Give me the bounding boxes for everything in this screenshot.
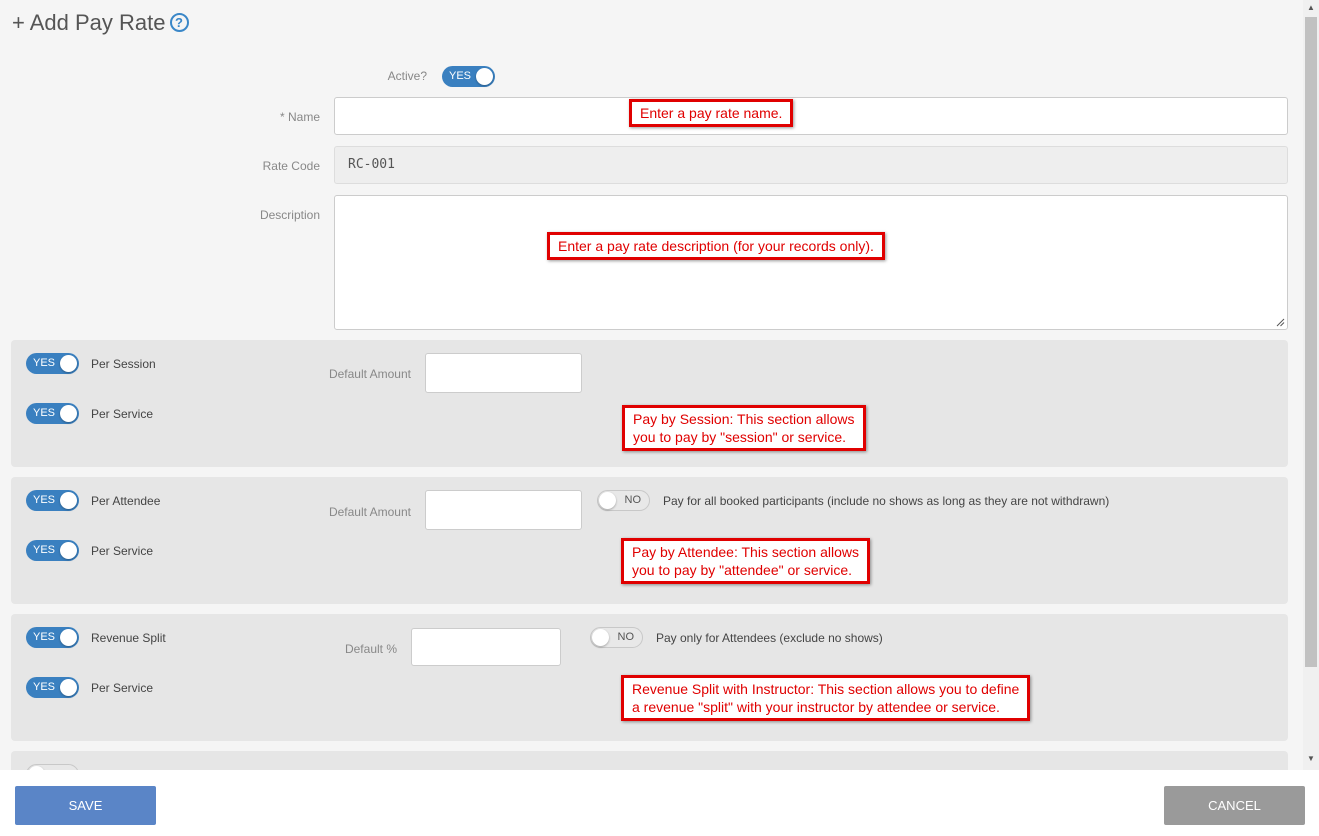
include-no-shows-label: Pay for all booked participants (include… <box>663 494 1110 508</box>
footer-bar: SAVE CANCEL <box>0 770 1319 836</box>
session-per-service-toggle[interactable]: YES <box>26 403 79 424</box>
name-input[interactable] <box>334 97 1288 135</box>
rate-code-field: RC-001 <box>334 146 1288 184</box>
scroll-up-icon[interactable]: ▲ <box>1307 3 1315 12</box>
attendee-per-service-label: Per Service <box>91 544 154 558</box>
resize-handle-icon[interactable] <box>1276 318 1285 327</box>
session-per-service-label: Per Service <box>91 407 154 421</box>
vertical-scrollbar[interactable]: ▲ ▼ <box>1303 0 1319 770</box>
revenue-callout: Revenue Split with Instructor: This sect… <box>621 675 1031 721</box>
revenue-split-toggle[interactable]: YES <box>26 627 79 648</box>
attendee-default-amount-label: Default Amount <box>328 505 411 519</box>
toggle-knob <box>599 492 616 509</box>
toggle-knob <box>60 629 77 646</box>
next-section <box>11 751 1288 770</box>
page-title-text: + Add Pay Rate <box>12 10 166 35</box>
session-callout-line2: you to pay by "session" or service. <box>633 429 847 445</box>
revenue-split-toggle-text: YES <box>33 631 56 643</box>
session-default-amount-label: Default Amount <box>328 367 411 381</box>
include-no-shows-toggle-text: NO <box>624 494 642 506</box>
attendee-default-amount-input[interactable] <box>425 490 582 530</box>
per-attendee-toggle[interactable]: YES <box>26 490 79 511</box>
description-callout: Enter a pay rate description (for your r… <box>547 232 885 260</box>
attendee-callout-line1: Pay by Attendee: This section allows <box>632 544 859 560</box>
name-label: * Name <box>279 110 320 124</box>
description-label: Description <box>259 208 320 222</box>
attendee-callout: Pay by Attendee: This section allows you… <box>621 538 870 584</box>
revenue-per-service-toggle-text: YES <box>33 681 56 693</box>
description-textarea[interactable] <box>334 195 1288 330</box>
form-scroll-area[interactable]: + Add Pay Rate? Active? YES * Name Rate … <box>0 0 1303 770</box>
revenue-per-service-label: Per Service <box>91 681 154 695</box>
toggle-knob <box>60 355 77 372</box>
toggle-knob <box>60 405 77 422</box>
revenue-default-percent-input[interactable] <box>411 628 561 666</box>
session-default-amount-input[interactable] <box>425 353 582 393</box>
save-button[interactable]: SAVE <box>15 786 156 825</box>
toggle-knob <box>60 492 77 509</box>
active-toggle-text: YES <box>449 70 472 82</box>
help-icon[interactable]: ? <box>169 13 189 32</box>
exclude-no-shows-label: Pay only for Attendees (exclude no shows… <box>656 631 883 645</box>
rate-code-label: Rate Code <box>262 159 320 173</box>
active-label: Active? <box>387 69 427 83</box>
active-toggle[interactable]: YES <box>442 66 495 87</box>
revenue-default-percent-label: Default % <box>344 642 397 656</box>
per-session-label: Per Session <box>91 357 156 371</box>
per-attendee-label: Per Attendee <box>91 494 161 508</box>
per-session-toggle[interactable]: YES <box>26 353 79 374</box>
cancel-button[interactable]: CANCEL <box>1164 786 1305 825</box>
attendee-callout-line2: you to pay by "attendee" or service. <box>632 562 853 578</box>
session-callout: Pay by Session: This section allows you … <box>622 405 866 451</box>
page-title: + Add Pay Rate? <box>12 10 189 36</box>
scroll-down-icon[interactable]: ▼ <box>1307 754 1315 763</box>
per-attendee-toggle-text: YES <box>33 494 56 506</box>
revenue-per-service-toggle[interactable]: YES <box>26 677 79 698</box>
toggle-knob <box>60 679 77 696</box>
revenue-callout-line2: a revenue "split" with your instructor b… <box>632 699 1000 715</box>
name-callout: Enter a pay rate name. <box>629 99 794 127</box>
toggle-knob <box>476 68 493 85</box>
revenue-callout-line1: Revenue Split with Instructor: This sect… <box>632 681 1020 697</box>
revenue-split-label: Revenue Split <box>91 631 166 645</box>
per-session-toggle-text: YES <box>33 357 56 369</box>
attendee-per-service-toggle[interactable]: YES <box>26 540 79 561</box>
attendee-per-service-toggle-text: YES <box>33 544 56 556</box>
include-no-shows-toggle[interactable]: NO <box>597 490 650 511</box>
scrollbar-thumb[interactable] <box>1305 17 1317 667</box>
exclude-no-shows-toggle-text: NO <box>617 631 635 643</box>
toggle-knob <box>60 542 77 559</box>
toggle-knob <box>592 629 609 646</box>
session-per-service-toggle-text: YES <box>33 407 56 419</box>
exclude-no-shows-toggle[interactable]: NO <box>590 627 643 648</box>
session-callout-line1: Pay by Session: This section allows <box>633 411 855 427</box>
